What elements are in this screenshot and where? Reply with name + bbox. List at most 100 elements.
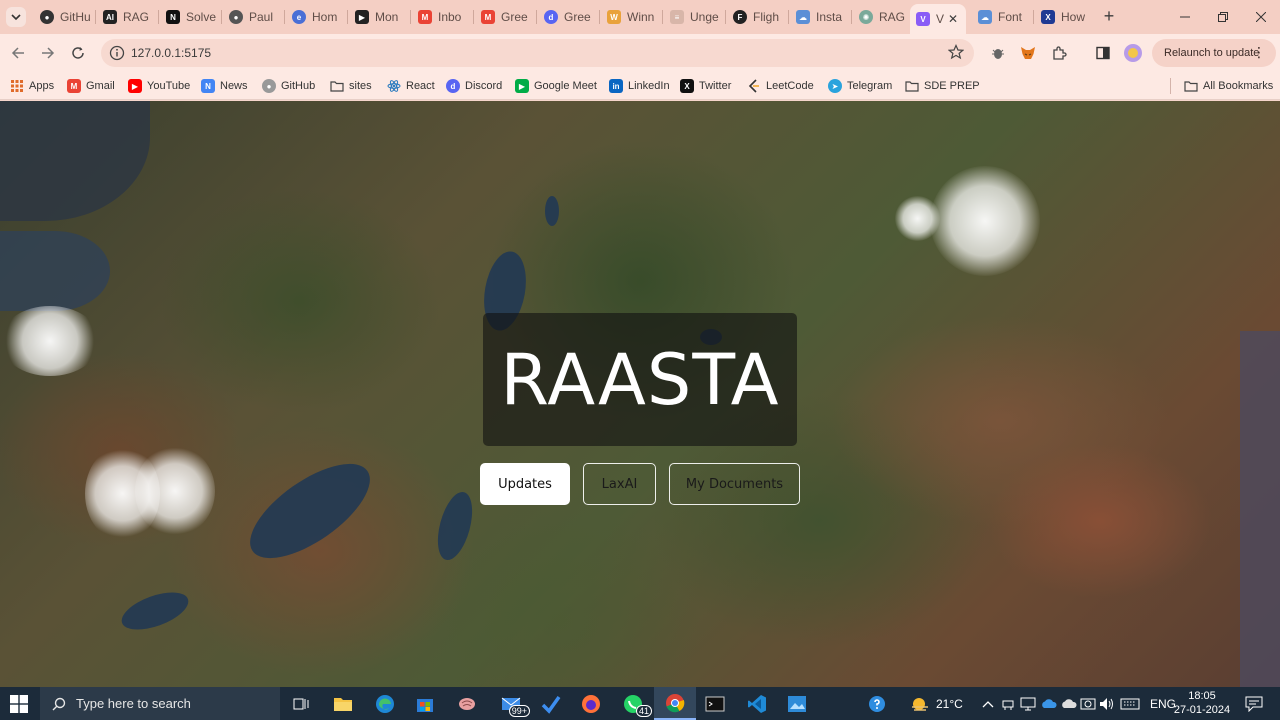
weather-sun-icon	[912, 697, 928, 711]
edge-button[interactable]	[364, 687, 406, 720]
tab-search-button[interactable]	[6, 7, 26, 27]
extensions-puzzle-icon[interactable]	[1050, 44, 1068, 62]
tab-how[interactable]: X How	[1035, 5, 1095, 29]
bookmark-youtube[interactable]: ▶ YouTube	[128, 77, 190, 95]
chatgpt-app-button[interactable]	[446, 687, 488, 720]
tray-volume-icon[interactable]	[1099, 687, 1115, 720]
tray-device-icon[interactable]	[1001, 687, 1015, 720]
my-documents-button[interactable]: My Documents	[669, 463, 800, 505]
cloud-icon: ☁	[796, 10, 810, 24]
restore-icon	[1218, 12, 1228, 22]
folder-icon	[905, 79, 919, 93]
bookmark-linkedin[interactable]: in LinkedIn	[609, 77, 670, 95]
tab-solve[interactable]: N Solve	[160, 5, 222, 29]
bookmark-google-meet[interactable]: ▶ Google Meet	[515, 77, 597, 95]
metamask-icon[interactable]	[1019, 44, 1037, 62]
address-bar[interactable]: 127.0.0.1:5175	[101, 39, 974, 67]
nm-icon: N	[166, 10, 180, 24]
file-explorer-button[interactable]	[322, 687, 364, 720]
tray-display-icon[interactable]	[1020, 687, 1036, 720]
firefox-button[interactable]	[570, 687, 612, 720]
weather-widget[interactable]: 21°C	[910, 687, 963, 720]
menu-dots-icon[interactable]: ⋮	[1252, 45, 1266, 59]
tab-paul[interactable]: ● Paul	[223, 5, 285, 29]
new-tab-button[interactable]: +	[1099, 7, 1119, 27]
bookmark-sites[interactable]: sites	[330, 77, 372, 95]
tab-winn[interactable]: W Winn	[601, 5, 663, 29]
mail-button[interactable]: 99+	[490, 687, 532, 720]
terminal-button[interactable]	[694, 687, 736, 720]
bookmark-github[interactable]: ● GitHub	[262, 77, 315, 95]
bookmark-news[interactable]: N News	[201, 77, 248, 95]
tab-label: Mon	[375, 10, 399, 24]
tab-green-discord[interactable]: d Gree	[538, 5, 600, 29]
side-panel-icon[interactable]	[1094, 44, 1112, 62]
tab-font[interactable]: ☁ Font	[972, 5, 1034, 29]
back-button[interactable]	[8, 43, 28, 63]
tab-inbox[interactable]: M Inbo	[412, 5, 474, 29]
all-bookmarks[interactable]: All Bookmarks	[1184, 77, 1273, 95]
maximize-button[interactable]	[1204, 0, 1242, 34]
tab-github[interactable]: ● GitHu	[34, 5, 96, 29]
minimize-button[interactable]	[1166, 0, 1204, 34]
paint-button[interactable]	[776, 687, 818, 720]
bookmark-label: Telegram	[847, 80, 893, 92]
profile-avatar[interactable]	[1124, 44, 1142, 62]
search-icon	[52, 697, 66, 710]
forward-button[interactable]	[38, 43, 58, 63]
task-view-icon	[293, 698, 309, 709]
tab-rag[interactable]: AI RAG	[97, 5, 159, 29]
close-tab-icon[interactable]: ✕	[946, 12, 960, 26]
todo-button[interactable]	[530, 687, 572, 720]
bookmark-react[interactable]: React	[387, 77, 435, 95]
tab-flight[interactable]: F Fligh	[727, 5, 789, 29]
ms-store-button[interactable]	[404, 687, 446, 720]
google-meet-icon: ▶	[515, 79, 529, 93]
bookmark-discord[interactable]: d Discord	[446, 77, 502, 95]
bookmark-apps[interactable]: Apps	[10, 77, 54, 95]
chrome-button[interactable]	[654, 687, 696, 720]
reload-button[interactable]	[68, 43, 88, 63]
bookmark-twitter[interactable]: X Twitter	[680, 77, 731, 95]
bookmark-telegram[interactable]: ➤ Telegram	[828, 77, 892, 95]
camera-icon	[1080, 698, 1096, 709]
relaunch-update-button[interactable]: Relaunch to update ⋮	[1152, 39, 1276, 67]
tray-camera-icon[interactable]	[1080, 687, 1096, 720]
system-clock[interactable]: 18:05 27-01-2024	[1172, 689, 1232, 717]
notifications-button[interactable]	[1245, 687, 1263, 720]
tab-home[interactable]: e Hom	[286, 5, 348, 29]
show-hidden-icons[interactable]	[982, 687, 994, 720]
tab-vite-active[interactable]: V V ✕	[910, 4, 966, 34]
vscode-icon	[748, 694, 766, 713]
vscode-button[interactable]	[736, 687, 778, 720]
tray-onedrive-icon[interactable]	[1040, 687, 1058, 720]
bookmark-sde-prep[interactable]: SDE PREP	[905, 77, 980, 95]
tray-cloud-icon[interactable]	[1060, 687, 1078, 720]
tab-green-mail[interactable]: M Gree	[475, 5, 537, 29]
extension-bug-icon[interactable]	[989, 44, 1007, 62]
help-tray-icon[interactable]	[868, 687, 886, 720]
bookmark-label: YouTube	[147, 80, 191, 92]
youtube-icon: ▶	[128, 79, 142, 93]
x-twitter-icon: X	[680, 79, 694, 93]
laxai-button[interactable]: LaxAI	[583, 463, 656, 505]
close-window-button[interactable]	[1242, 0, 1280, 34]
taskbar-search-input[interactable]: Type here to search	[40, 687, 280, 720]
site-info-icon[interactable]	[109, 45, 125, 61]
bookmark-gmail[interactable]: M Gmail	[67, 77, 115, 95]
bookmark-star-icon[interactable]	[948, 44, 964, 60]
tab-mon[interactable]: ▶ Mon	[349, 5, 411, 29]
tab-rag-openai[interactable]: ✺ RAG	[853, 5, 909, 29]
tab-label: Gree	[501, 10, 528, 24]
tab-label: V	[936, 12, 945, 26]
tray-keyboard-icon[interactable]	[1120, 687, 1140, 720]
whatsapp-button[interactable]: 41	[612, 687, 654, 720]
updates-button[interactable]: Updates	[480, 463, 570, 505]
bookmark-leetcode[interactable]: LeetCode	[747, 77, 814, 95]
task-view-button[interactable]	[280, 687, 322, 720]
gmail-icon: M	[418, 10, 432, 24]
tab-unge[interactable]: ≡ Unge	[664, 5, 726, 29]
tab-label: Font	[998, 10, 1023, 24]
windows-start-icon[interactable]	[10, 695, 28, 713]
tab-insta[interactable]: ☁ Insta	[790, 5, 852, 29]
